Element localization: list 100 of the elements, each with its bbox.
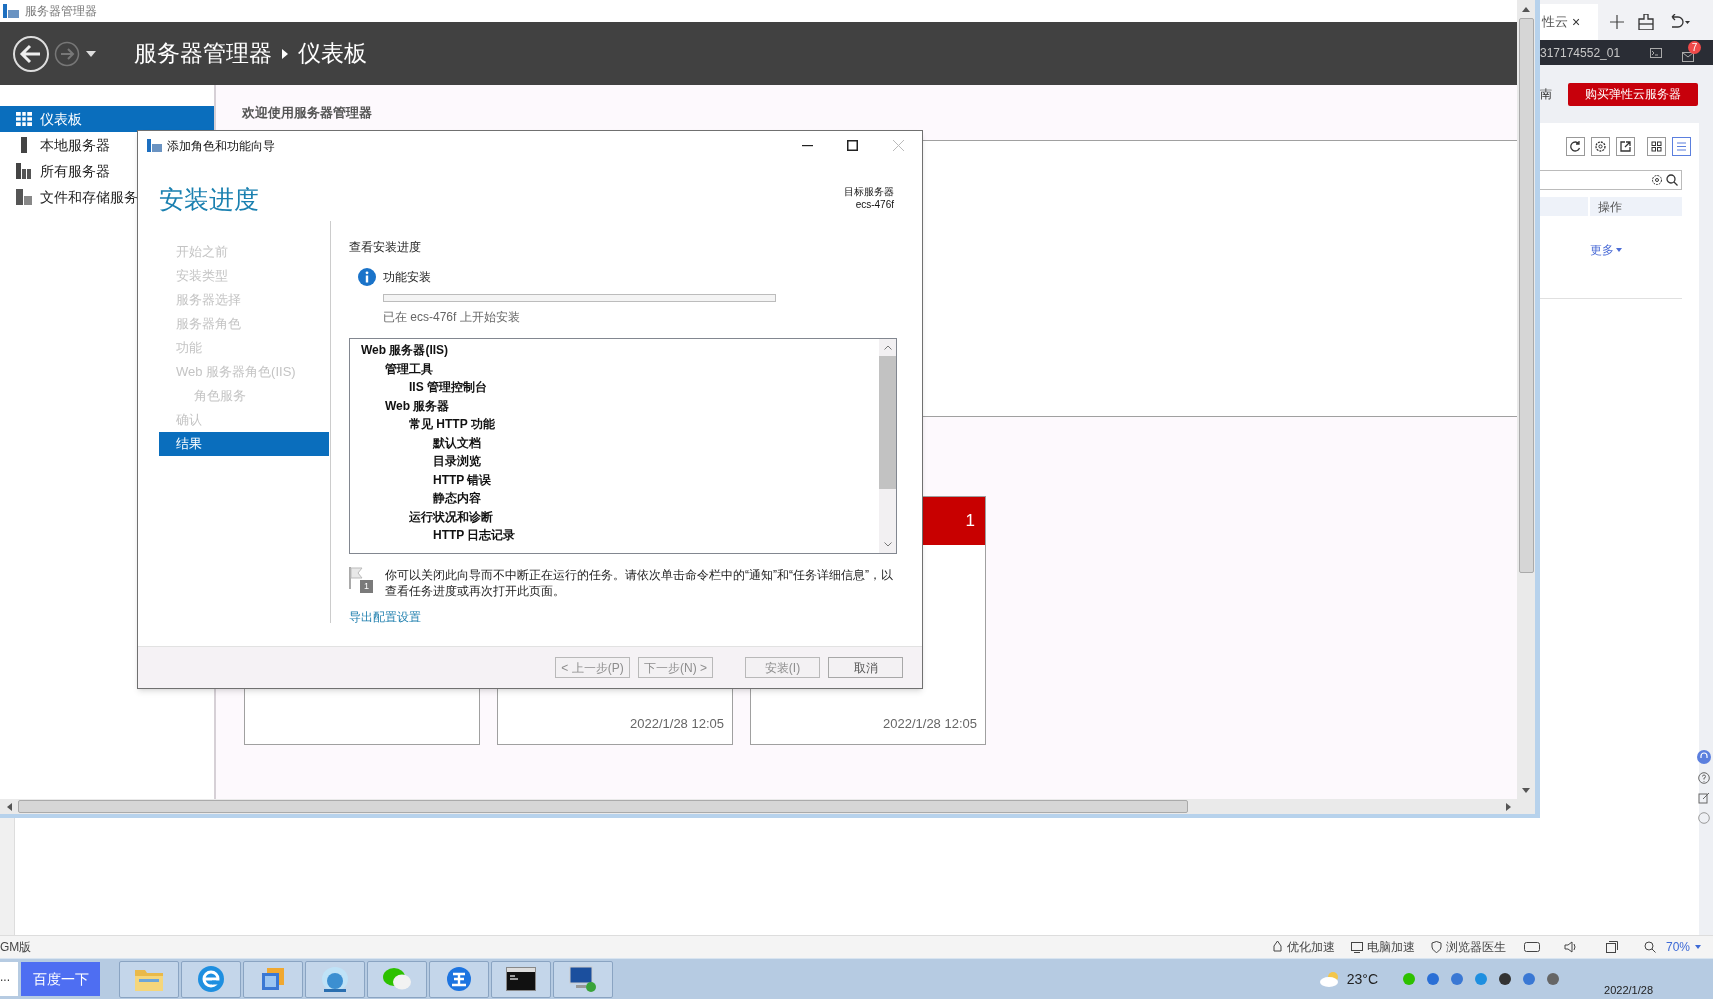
speed-icon — [1350, 941, 1363, 953]
scroll-down-icon[interactable] — [883, 542, 892, 547]
tray-icon[interactable] — [1498, 972, 1513, 986]
rocket-icon — [1271, 941, 1283, 953]
tab-close[interactable]: × — [1572, 11, 1581, 33]
new-tab-icon[interactable] — [1610, 15, 1624, 29]
app-icon — [3, 4, 19, 18]
column-header: 操作 — [1598, 198, 1622, 216]
mail-icon[interactable] — [1682, 51, 1695, 62]
settings-icon[interactable] — [1591, 137, 1610, 156]
help-icon[interactable] — [1698, 772, 1710, 784]
list-scrollbar[interactable] — [879, 339, 896, 553]
breadcrumb-item[interactable]: 服务器管理器 — [134, 36, 272, 71]
windows-icon — [261, 967, 285, 991]
vr-icon[interactable] — [1523, 942, 1540, 952]
app-icon — [147, 139, 162, 152]
buy-button[interactable]: 购买弹性云服务器 — [1568, 82, 1698, 106]
feature-item: Web 服务器(IIS) — [361, 342, 449, 360]
horizontal-scrollbar[interactable] — [0, 799, 1535, 814]
breadcrumb-item[interactable]: 仪表板 — [298, 36, 367, 71]
section-title: 查看安装进度 — [349, 239, 422, 256]
search-field[interactable] — [1540, 170, 1682, 190]
caret-icon[interactable] — [1695, 945, 1701, 949]
window-icon[interactable] — [1605, 941, 1618, 953]
sidebar-item[interactable]: 仪表板 — [0, 106, 214, 132]
zoom-level[interactable]: 70% — [1665, 938, 1690, 956]
broom-icon[interactable] — [1638, 14, 1654, 30]
feature-item: HTTP 错误 — [433, 471, 492, 489]
alert-count: 1 — [965, 510, 975, 533]
tray-icon[interactable] — [1546, 972, 1561, 986]
shield-icon — [1430, 941, 1442, 953]
feature-item: HTTP 日志记录 — [433, 527, 516, 545]
feature-item: 运行状况和诊断 — [409, 508, 493, 526]
welcome-heading: 欢迎使用服务器管理器 — [242, 103, 372, 122]
feature-item: 静态内容 — [433, 490, 481, 508]
chevron-icon — [282, 48, 288, 59]
wizard-button[interactable]: 取消 — [828, 657, 903, 678]
status-item[interactable]: 优化加速 — [1263, 938, 1343, 956]
sidebar-item[interactable]: 所有服务器 — [0, 158, 214, 184]
target-server: ecs-476f — [855, 198, 894, 211]
status-text: GM版 — [0, 939, 32, 956]
card-timestamp: 2022/1/28 12:05 — [630, 715, 724, 733]
feature-item: 常见 HTTP 功能 — [409, 416, 495, 434]
status-item[interactable]: 电脑加速 — [1342, 938, 1423, 956]
browser-tab[interactable]: 性云 × — [1540, 4, 1598, 40]
servers-icon — [16, 163, 32, 179]
browser-e-icon — [197, 965, 225, 993]
vertical-scrollbar[interactable] — [1517, 0, 1535, 799]
guide-text[interactable]: 南 — [1540, 85, 1568, 103]
scroll-right-icon[interactable] — [1505, 802, 1511, 811]
mascot-icon — [320, 965, 350, 993]
taskbar-button[interactable] — [491, 960, 551, 998]
flag-badge: 1 — [360, 580, 373, 593]
edit-icon[interactable] — [1698, 792, 1710, 804]
search-icon[interactable] — [1666, 174, 1678, 186]
caret-icon — [1616, 248, 1622, 252]
app-badge-icon — [446, 966, 472, 992]
account-name[interactable]: 317174552_01 — [1540, 43, 1621, 62]
more-link[interactable]: 更多 — [1590, 241, 1622, 259]
headset-icon[interactable] — [1697, 750, 1711, 764]
dropdown-icon[interactable] — [86, 50, 96, 57]
maximize-icon[interactable] — [847, 140, 858, 151]
zoom-icon[interactable] — [1643, 941, 1656, 953]
refresh-icon[interactable] — [1566, 137, 1585, 156]
task-label: 功能安装 — [383, 269, 432, 284]
task-status: 已在 ecs-476f 上开始安装 — [383, 309, 521, 326]
search-button[interactable]: 百度一下 — [21, 962, 100, 996]
wizard-step[interactable]: 结果 — [159, 432, 329, 456]
scroll-up-icon[interactable] — [883, 345, 892, 350]
feature-item: 目录浏览 — [433, 453, 481, 471]
feature-item: 默认文档 — [433, 434, 481, 452]
feature-item: 管理工具 — [385, 360, 433, 378]
dialog-title: 添加角色和功能向导 — [167, 137, 275, 155]
terminal-icon — [506, 967, 536, 991]
feature-item: IIS 管理控制台 — [409, 379, 487, 397]
scroll-left-icon[interactable] — [6, 802, 12, 811]
window-title: 服务器管理器 — [25, 3, 97, 20]
notification-badge: 7 — [1688, 40, 1702, 54]
back-icon[interactable] — [12, 34, 50, 73]
grid-icon — [16, 112, 32, 126]
feature-item: Web 服务器 — [385, 397, 450, 415]
storage-icon — [16, 189, 32, 205]
minimize-icon[interactable] — [802, 144, 813, 147]
export-icon[interactable] — [1616, 137, 1635, 156]
temperature: 23°C — [1346, 969, 1379, 989]
search-field[interactable]: ... — [0, 962, 18, 996]
card-timestamp: 2022/1/28 12:05 — [883, 715, 977, 733]
list-view-icon[interactable] — [1672, 137, 1691, 156]
chat-icon — [382, 966, 412, 992]
status-item[interactable]: 浏览器医生 — [1422, 938, 1514, 956]
scroll-up-icon[interactable] — [1522, 6, 1530, 12]
settings-icon[interactable] — [1651, 174, 1663, 186]
terminal-icon[interactable] — [1650, 47, 1663, 58]
computer-icon — [568, 965, 598, 993]
scroll-down-icon[interactable] — [1522, 787, 1530, 793]
grid-view-icon[interactable] — [1647, 137, 1666, 156]
info-note: 你可以关闭此向导而不中断正在运行的任务。请依次单击命令栏中的“通知”和“任务详细信息”，以查看任务进度或再次打开此页面。 — [385, 567, 894, 599]
speaker-icon[interactable] — [1563, 941, 1578, 953]
weather-icon — [1318, 971, 1341, 987]
export-link[interactable]: 导出配置设置 — [349, 608, 421, 626]
